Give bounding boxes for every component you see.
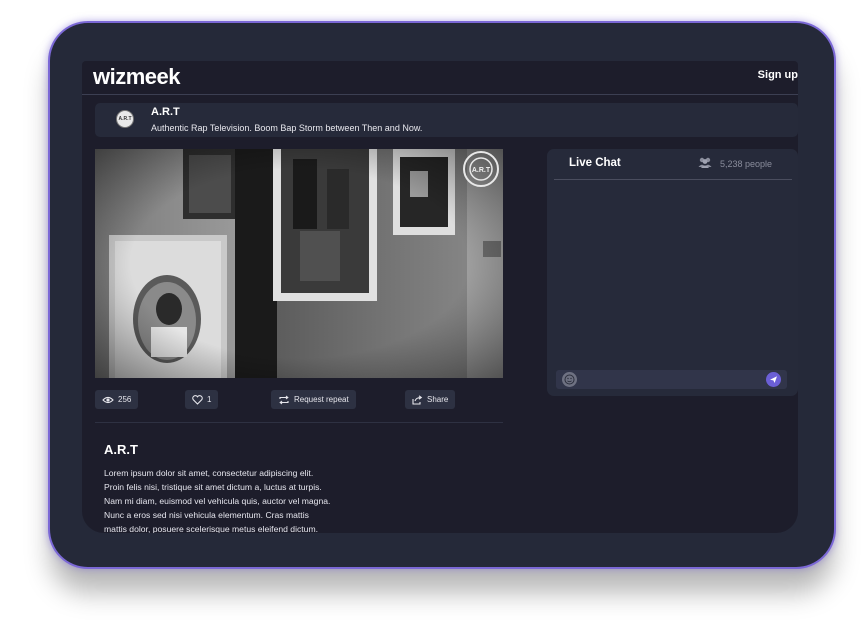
people-count: 5,238 people — [720, 158, 773, 169]
heart-icon — [192, 394, 203, 405]
description-title: A.R.T — [104, 442, 138, 457]
viewer-count: 5,238 people — [698, 157, 772, 170]
people-icon — [698, 157, 712, 170]
request-repeat-label: Request repeat — [294, 395, 349, 404]
app-screen: wizmeek Sign up A.R.T A.R.T Authentic Ra… — [82, 61, 798, 533]
share-label: Share — [427, 395, 449, 404]
video-frame-image: A.R.T — [95, 149, 503, 378]
channel-name[interactable]: A.R.T — [151, 106, 180, 118]
send-icon — [766, 374, 781, 391]
description-line: mattis dolor, posuere scelerisque metus … — [104, 524, 318, 533]
video-watermark: A.R.T — [472, 167, 491, 174]
like-button[interactable]: 1 — [185, 390, 219, 409]
request-repeat-button[interactable]: Request repeat — [271, 390, 356, 409]
description-line: Lorem ipsum dolor sit amet, consectetur … — [104, 468, 314, 478]
chat-input-bar[interactable] — [556, 370, 787, 389]
description-line: Nam mi diam, euismod vel vehicula quis, … — [104, 496, 331, 506]
emoji-button[interactable] — [562, 372, 577, 387]
description-divider — [95, 422, 503, 423]
share-icon — [412, 394, 423, 405]
video-actions: 256 1 Request repeat Share — [95, 390, 503, 410]
signup-link[interactable]: Sign up — [758, 69, 798, 81]
emoji-icon — [562, 374, 577, 391]
channel-info-bar: A.R.T A.R.T Authentic Rap Television. Bo… — [95, 103, 798, 137]
channel-description: Authentic Rap Television. Boom Bap Storm… — [151, 123, 423, 133]
repeat-icon — [278, 395, 290, 405]
channel-logo[interactable]: A.R.T — [116, 110, 134, 128]
description-line: Proin felis nisi, tristique sit amet dic… — [104, 482, 322, 492]
wizmeek-logo[interactable]: wizmeek — [93, 64, 181, 90]
live-chat-panel: Live Chat 5,238 people — [547, 149, 798, 396]
share-button[interactable]: Share — [405, 390, 456, 409]
video-player[interactable]: A.R.T — [95, 149, 503, 378]
description-text: Lorem ipsum dolor sit amet, consectetur … — [104, 466, 404, 533]
eye-icon — [102, 396, 114, 404]
views-count: 256 — [118, 395, 132, 404]
top-navigation-bar: wizmeek Sign up — [82, 61, 798, 95]
views-counter: 256 — [95, 390, 139, 409]
live-chat-title: Live Chat — [569, 157, 621, 169]
send-button[interactable] — [766, 372, 781, 387]
description-line: Nunc a eros sed nisi vehicula elementum.… — [104, 510, 309, 520]
likes-count: 1 — [207, 395, 212, 404]
chat-divider — [554, 179, 792, 180]
